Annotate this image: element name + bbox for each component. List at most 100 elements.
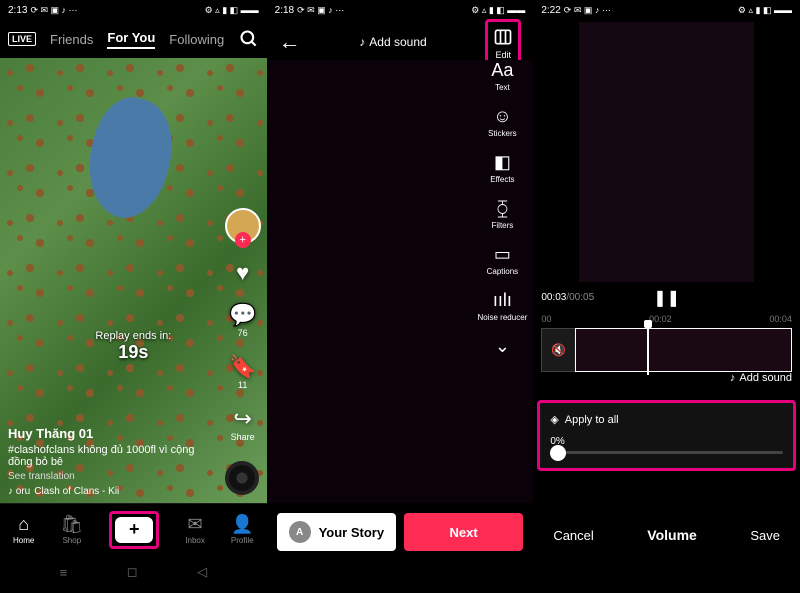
tab-following[interactable]: Following — [169, 32, 224, 47]
replay-label: Replay ends in: — [95, 330, 171, 342]
timeline-track[interactable]: 🔇 — [541, 328, 792, 372]
time-total: /00:05 — [566, 292, 594, 303]
like-button[interactable]: ♥ — [236, 260, 249, 286]
editor-tools: Aa Text ☺ Stickers ◧ Effects ⧲ Filters ▭… — [478, 60, 528, 357]
nav-profile[interactable]: 👤 Profile — [231, 514, 254, 545]
creator-avatar[interactable]: + — [225, 208, 261, 244]
video-preview[interactable] — [579, 22, 754, 282]
status-right-icons: ⚙ ▵ ▮ ◧ ▬▬ — [205, 5, 259, 16]
music-row[interactable]: ♪ oru Clash of Clans - Kii — [8, 486, 207, 497]
search-icon[interactable] — [239, 29, 259, 49]
playhead[interactable] — [647, 325, 649, 375]
status-time: 2:13 — [8, 5, 27, 16]
status-left-icons: ⟳ ✉ ▣ ♪ ⋯ — [564, 5, 611, 16]
android-nav: ≡ ◻ ◁ — [0, 555, 267, 589]
tool-filters[interactable]: ⧲ Filters — [492, 198, 514, 230]
recent-icon[interactable]: ≡ — [60, 565, 68, 580]
status-bar: 2:18 ⟳ ✉ ▣ ♪ ⋯ ⚙ ▵ ▮ ◧ ▬▬ — [267, 0, 534, 20]
live-badge[interactable]: LIVE — [8, 32, 36, 46]
speaker-muted-icon: 🔇 — [551, 343, 566, 357]
right-action-rail: + ♥ 💬 76 🔖 11 ↪ Share — [225, 208, 261, 442]
music-note-icon: ♪ — [359, 35, 365, 49]
bottom-nav: ⌂ Home 🛍 Shop + ✉ Inbox 👤 Profile — [0, 503, 267, 555]
your-story-button[interactable]: A Your Story — [277, 513, 396, 551]
share-button[interactable]: ↪ Share — [231, 406, 255, 442]
slider-thumb[interactable] — [550, 445, 566, 461]
add-sound-button[interactable]: ♪ Add sound — [730, 372, 792, 384]
phone-volume-screen: 2:22 ⟳ ✉ ▣ ♪ ⋯ ⚙ ▵ ▮ ◧ ▬▬ 00:03/00:05 ❚❚… — [533, 0, 800, 593]
mute-track-button[interactable]: 🔇 — [541, 328, 575, 372]
effects-icon: ◧ — [494, 152, 511, 173]
tab-for-you[interactable]: For You — [107, 30, 155, 49]
share-icon: ↪ — [233, 406, 251, 432]
create-button-highlight: + — [109, 511, 159, 549]
nav-shop[interactable]: 🛍 Shop — [60, 514, 83, 545]
bookmark-count: 11 — [238, 380, 247, 390]
editor-bottom-row: A Your Story Next — [267, 507, 534, 557]
music-disc[interactable] — [225, 461, 259, 495]
sticker-icon: ☺ — [493, 106, 511, 127]
tool-expand[interactable]: ⌄ — [495, 336, 510, 357]
replay-banner: Replay ends in: 19s — [95, 330, 171, 363]
home-softkey-icon[interactable]: ◻ — [127, 564, 138, 580]
feed-info: Huy Thăng 01 #clashofclans không đủ 1000… — [8, 426, 207, 497]
timecodes: 00:03/00:05 — [541, 292, 594, 303]
tool-captions[interactable]: ▭ Captions — [487, 244, 519, 276]
tool-stickers[interactable]: ☺ Stickers — [488, 106, 516, 138]
add-sound-button[interactable]: ♪ Add sound — [359, 35, 426, 49]
tab-friends[interactable]: Friends — [50, 32, 93, 47]
nav-inbox[interactable]: ✉ Inbox — [185, 514, 205, 545]
volume-panel-highlight: ◈ Apply to all 0% — [537, 400, 796, 471]
captions-icon: ▭ — [494, 244, 511, 265]
heart-icon: ♥ — [236, 260, 249, 286]
tool-noise-reducer[interactable]: ıılı Noise reducer — [478, 290, 528, 322]
status-right-icons: ⚙ ▵ ▮ ◧ ▬▬ — [738, 5, 792, 16]
music-title: Clash of Clans - Kii — [34, 486, 119, 497]
share-label: Share — [231, 432, 255, 442]
save-button[interactable]: Save — [750, 528, 780, 543]
phone-editor-screen: 2:18 ⟳ ✉ ▣ ♪ ⋯ ⚙ ▵ ▮ ◧ ▬▬ ← ♪ Add sound … — [267, 0, 534, 593]
timeline-ticks: 00 00:02 00:04 — [541, 314, 792, 324]
story-avatar-icon: A — [289, 521, 311, 543]
apply-to-all-toggle[interactable]: ◈ Apply to all — [550, 413, 783, 426]
status-left-icons: ⟳ ✉ ▣ ♪ ⋯ — [297, 5, 344, 16]
volume-action-bar: Cancel Volume Save — [533, 513, 800, 557]
bookmark-icon: 🔖 — [229, 354, 256, 380]
status-right-icons: ⚙ ▵ ▮ ◧ ▬▬ — [471, 5, 525, 16]
editor-header: ← ♪ Add sound Edit — [267, 20, 534, 64]
comment-button[interactable]: 💬 76 — [229, 302, 256, 338]
creator-name[interactable]: Huy Thăng 01 — [8, 426, 207, 441]
video-clip[interactable] — [575, 328, 792, 372]
status-bar: 2:13 ⟳ ✉ ▣ ♪ ⋯ ⚙ ▵ ▮ ◧ ▬▬ — [0, 0, 267, 20]
pause-button[interactable]: ❚❚ — [653, 288, 680, 308]
next-button[interactable]: Next — [404, 513, 523, 551]
tool-text[interactable]: Aa Text — [491, 60, 513, 92]
status-time: 2:18 — [275, 5, 294, 16]
back-button[interactable]: ← — [279, 29, 301, 55]
edit-icon — [491, 25, 515, 49]
edit-button[interactable]: Edit — [491, 25, 515, 60]
screen-title: Volume — [647, 527, 697, 543]
edit-button-highlight: Edit — [485, 19, 521, 66]
create-button[interactable]: + — [115, 517, 153, 543]
bookmark-button[interactable]: 🔖 11 — [229, 354, 256, 390]
music-note-icon: ♪ — [730, 372, 736, 384]
phone-feed-screen: 2:13 ⟳ ✉ ▣ ♪ ⋯ ⚙ ▵ ▮ ◧ ▬▬ LIVE Friends F… — [0, 0, 267, 593]
cancel-button[interactable]: Cancel — [553, 528, 593, 543]
top-nav: LIVE Friends For You Following — [0, 20, 267, 58]
video-feed[interactable]: + ♥ 💬 76 🔖 11 ↪ Share Replay ends in: 19… — [0, 58, 267, 503]
home-icon: ⌂ — [18, 514, 29, 535]
see-translation[interactable]: See translation — [8, 471, 207, 482]
volume-value: 0% — [550, 436, 783, 447]
back-softkey-icon[interactable]: ◁ — [197, 564, 207, 580]
shop-icon: 🛍 — [60, 514, 83, 535]
status-left-icons: ⟳ ✉ ▣ ♪ ⋯ — [30, 5, 77, 16]
inbox-icon: ✉ — [188, 514, 203, 535]
status-bar: 2:22 ⟳ ✉ ▣ ♪ ⋯ ⚙ ▵ ▮ ◧ ▬▬ — [533, 0, 800, 20]
nav-home[interactable]: ⌂ Home — [13, 514, 34, 545]
tool-effects[interactable]: ◧ Effects — [490, 152, 514, 184]
profile-icon: 👤 — [231, 514, 253, 535]
volume-slider[interactable] — [550, 451, 783, 454]
layers-icon: ◈ — [550, 413, 558, 426]
chevron-down-icon: ⌄ — [495, 336, 510, 357]
